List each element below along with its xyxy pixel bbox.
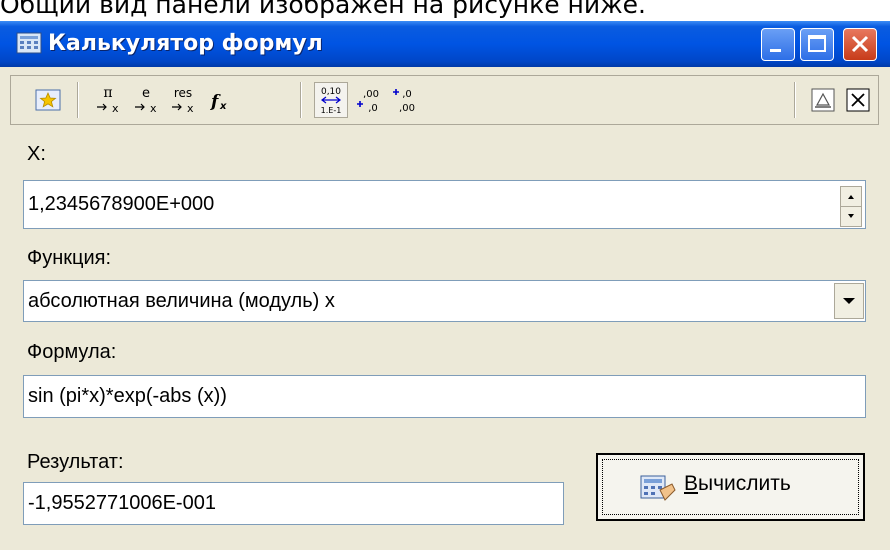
sci-bottom-label: 1.E-1: [321, 106, 342, 115]
arrow-up-icon: [848, 195, 854, 199]
insert-e-button[interactable]: e x: [131, 82, 161, 118]
calculate-button-label: Вычислить: [684, 471, 791, 497]
pi-label: π: [103, 85, 112, 101]
maximize-icon: [808, 35, 826, 52]
increase-decimals-label: ,00: [363, 89, 379, 100]
toolbar-separator: [300, 82, 302, 118]
toolbar-separator: [794, 82, 796, 118]
caption-text: Общий вид панели изображен на рисунке ни…: [0, 0, 646, 19]
formula-input[interactable]: sin (pi*x)*exp(-abs (x)): [23, 375, 866, 418]
spin-up-button[interactable]: [840, 186, 862, 207]
calculator-app-icon: [16, 32, 42, 54]
insert-function-button[interactable]: f x: [205, 82, 235, 118]
result-output[interactable]: -1,9552771006E-001: [23, 482, 564, 525]
function-dropdown-button[interactable]: [834, 283, 864, 319]
x-label: X:: [27, 143, 46, 165]
function-label: Функция:: [27, 247, 112, 269]
svg-text:x: x: [187, 102, 194, 115]
x-value-input[interactable]: 1,2345678900E+000: [23, 180, 866, 229]
calculate-button[interactable]: Вычислить: [596, 453, 865, 521]
svg-text:x: x: [112, 102, 119, 115]
formula-calculator-window: Калькулятор формул π x e x res x f x 0,1…: [0, 21, 890, 550]
dock-panel-button[interactable]: [808, 82, 840, 118]
scientific-format-icon: 0,10 1.E-1: [321, 87, 342, 115]
minimize-icon: [770, 49, 781, 52]
toolbar-separator: [77, 82, 79, 118]
arrow-down-icon: [848, 214, 854, 218]
increase-decimals-sub: ,0: [368, 103, 378, 114]
scientific-format-toggle[interactable]: 0,10 1.E-1: [314, 82, 348, 118]
increase-decimals-button[interactable]: ,00 ,0: [353, 82, 385, 118]
toolbar: π x e x res x f x 0,10 1.E-1 ,00 ,0 ,0 ,…: [10, 75, 879, 125]
e-label: e: [142, 86, 150, 101]
decrease-decimals-button[interactable]: ,0 ,00: [389, 82, 421, 118]
calculate-mnemonic: В: [684, 472, 699, 495]
function-select[interactable]: абсолютная величина (модуль) x: [23, 280, 866, 322]
res-label: res: [174, 86, 192, 100]
svg-text:x: x: [150, 102, 157, 115]
fx-sub-label: x: [219, 101, 227, 112]
close-icon: [851, 35, 869, 53]
close-window-button[interactable]: [843, 28, 877, 61]
insert-result-button[interactable]: res x: [166, 82, 200, 118]
insert-pi-button[interactable]: π x: [93, 82, 123, 118]
decrease-decimals-sub: ,00: [399, 103, 415, 114]
sci-top-label: 0,10: [321, 87, 341, 97]
chevron-down-icon: [843, 298, 855, 304]
result-label: Результат:: [27, 451, 124, 473]
favorites-button[interactable]: [31, 82, 65, 118]
formula-label: Формула:: [27, 341, 117, 363]
spin-down-button[interactable]: [840, 206, 862, 227]
window-title: Калькулятор формул: [48, 31, 323, 56]
calculate-label-rest: ычислить: [698, 472, 791, 495]
decrease-decimals-label: ,0: [402, 89, 412, 100]
calculate-icon: [640, 475, 676, 501]
maximize-button[interactable]: [800, 28, 834, 61]
minimize-button[interactable]: [761, 28, 795, 61]
title-bar[interactable]: Калькулятор формул: [0, 21, 890, 67]
close-panel-button[interactable]: [843, 82, 875, 118]
